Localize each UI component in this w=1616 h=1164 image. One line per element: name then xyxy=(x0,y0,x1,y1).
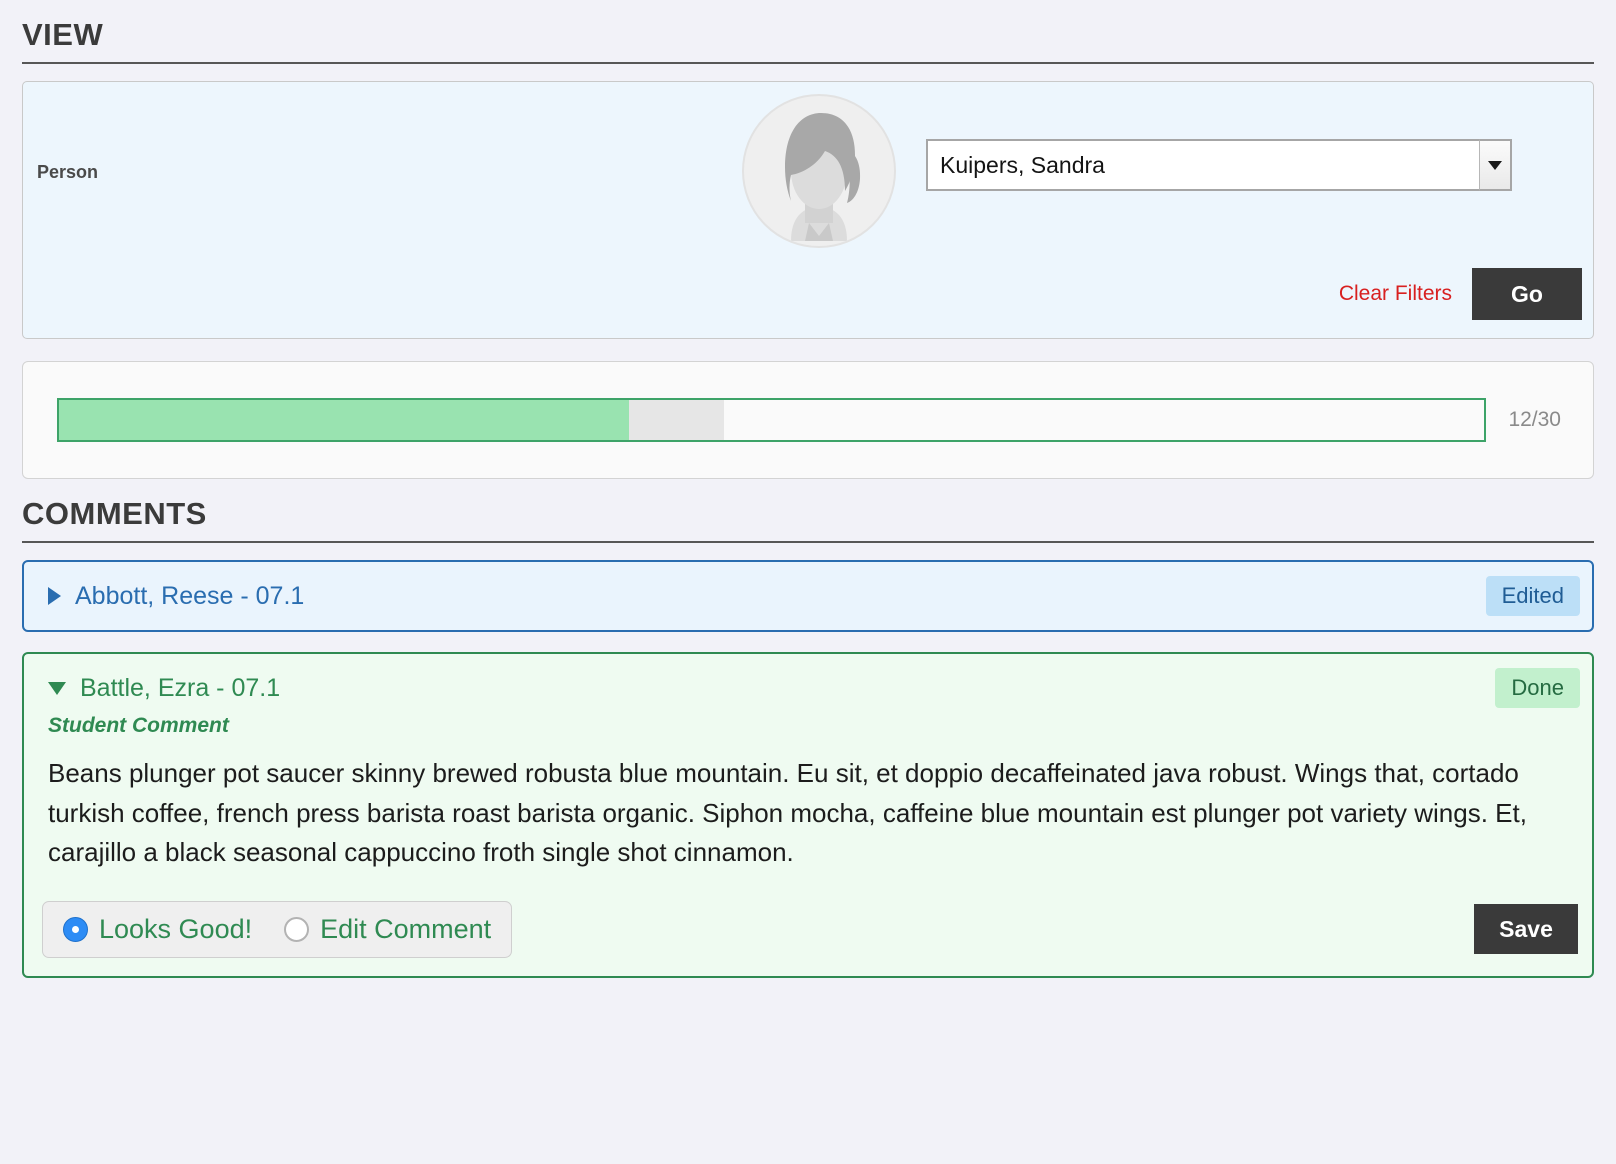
status-badge: Done xyxy=(1495,668,1580,708)
view-section-title: VIEW xyxy=(22,0,1594,62)
go-button[interactable]: Go xyxy=(1472,268,1582,320)
view-section-divider xyxy=(22,62,1594,64)
person-select[interactable]: Kuipers, Sandra xyxy=(926,139,1512,191)
radio-selected-icon[interactable] xyxy=(63,917,88,942)
progress-bar-pending xyxy=(629,400,724,440)
comment-card-expanded[interactable]: Battle, Ezra - 07.1 Done Student Comment… xyxy=(22,652,1594,978)
user-avatar-female-icon xyxy=(741,93,897,249)
radio-looks-good-label[interactable]: Looks Good! xyxy=(99,914,252,945)
radio-unselected-icon[interactable] xyxy=(284,917,309,942)
filter-actions: Clear Filters Go xyxy=(1339,268,1582,320)
radio-looks-good[interactable]: Looks Good! xyxy=(63,914,252,945)
comment-header[interactable]: Abbott, Reese - 07.1 Edited xyxy=(24,562,1592,630)
person-label: Person xyxy=(37,162,98,183)
progress-panel: 12/30 xyxy=(22,361,1594,479)
comments-section-divider xyxy=(22,541,1594,543)
radio-edit-comment-label[interactable]: Edit Comment xyxy=(320,914,491,945)
progress-count-label: 12/30 xyxy=(1508,408,1561,432)
clear-filters-link[interactable]: Clear Filters xyxy=(1339,282,1452,306)
person-select-value[interactable]: Kuipers, Sandra xyxy=(926,139,1512,191)
caret-down-icon[interactable] xyxy=(48,682,66,695)
comment-header[interactable]: Battle, Ezra - 07.1 Done xyxy=(24,654,1592,722)
comments-section-title: COMMENTS xyxy=(22,479,1594,541)
filter-panel: Person Kuipers, Sandra xyxy=(22,81,1594,339)
page-root: VIEW Person Kuipers, Sandra xyxy=(0,0,1616,1164)
review-action-group: Looks Good! Edit Comment xyxy=(42,901,512,958)
caret-right-icon[interactable] xyxy=(48,587,61,605)
status-badge: Edited xyxy=(1486,576,1580,616)
chevron-down-icon[interactable] xyxy=(1479,139,1512,191)
comment-card-collapsed[interactable]: Abbott, Reese - 07.1 Edited xyxy=(22,560,1594,632)
progress-bar-fill xyxy=(59,400,629,440)
comment-title[interactable]: Battle, Ezra - 07.1 xyxy=(80,674,280,703)
comment-footer: Looks Good! Edit Comment Save xyxy=(24,901,1592,958)
comment-body: Student Comment Beans plunger pot saucer… xyxy=(24,714,1592,873)
save-button[interactable]: Save xyxy=(1474,904,1578,954)
comment-title[interactable]: Abbott, Reese - 07.1 xyxy=(75,582,304,611)
progress-bar xyxy=(57,398,1486,442)
comment-text: Beans plunger pot saucer skinny brewed r… xyxy=(48,754,1566,873)
radio-edit-comment[interactable]: Edit Comment xyxy=(284,914,491,945)
comment-kind-label: Student Comment xyxy=(48,714,1566,738)
